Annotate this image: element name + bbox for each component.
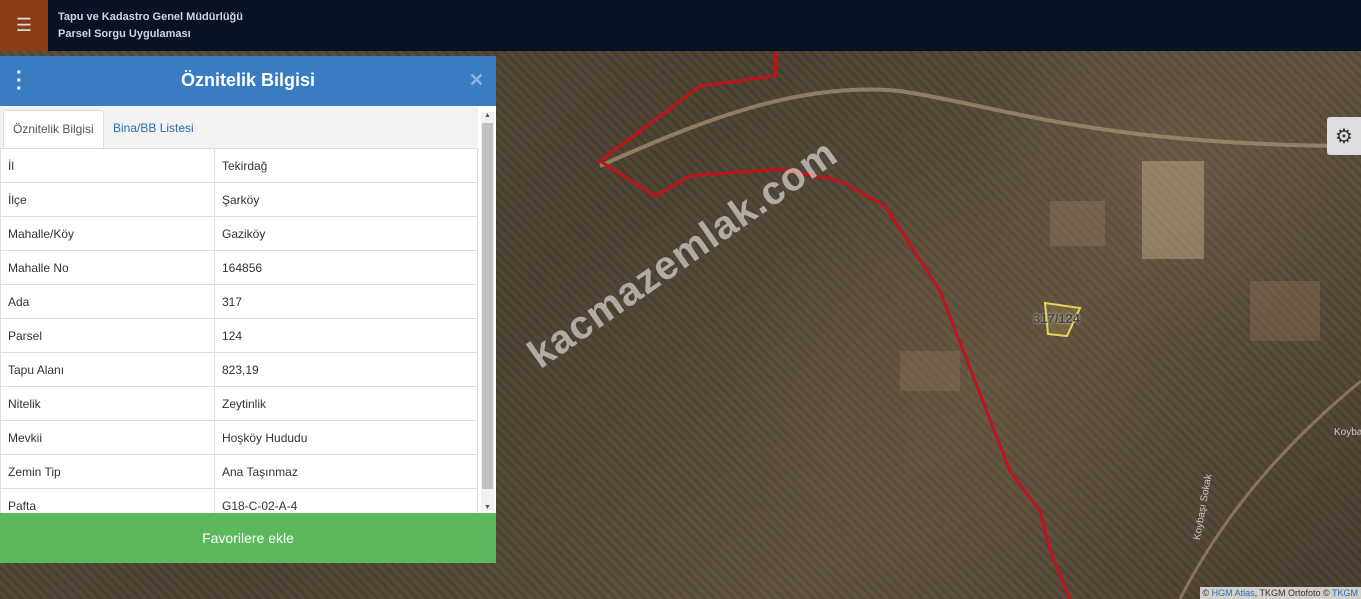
attribute-value: G18-C-02-A-4 <box>214 488 478 513</box>
attribute-value: Zeytinlik <box>214 386 478 421</box>
attribution-link-hgm[interactable]: HGM Atlas <box>1212 588 1255 598</box>
table-row: Mahalle/Köy Gaziköy <box>0 216 478 251</box>
attribution-prefix: © <box>1202 588 1212 598</box>
attribute-key: Parsel <box>0 318 215 353</box>
panel-tabs: Öznitelik Bilgisi Bina/BB Listesi <box>0 106 478 149</box>
table-row: Pafta G18-C-02-A-4 <box>0 488 478 513</box>
attribute-value: 823,19 <box>214 352 478 387</box>
app-name: Parsel Sorgu Uygulaması <box>58 28 191 40</box>
attribute-value: 164856 <box>214 250 478 285</box>
attribute-value: Hoşköy Hududu <box>214 420 478 455</box>
attribute-key: Mahalle No <box>0 250 215 285</box>
attribute-key: Mahalle/Köy <box>0 216 215 251</box>
attribute-key: Nitelik <box>0 386 215 421</box>
org-name: Tapu ve Kadastro Genel Müdürlüğü <box>58 11 243 23</box>
panel-title: Öznitelik Bilgisi <box>180 70 316 90</box>
table-row: Zemin Tip Ana Taşınmaz <box>0 454 478 489</box>
tab-attribute-info[interactable]: Öznitelik Bilgisi <box>3 110 104 149</box>
table-row: Mevkii Hoşköy Hududu <box>0 420 478 455</box>
table-row: Nitelik Zeytinlik <box>0 386 478 421</box>
hamburger-icon: ☰ <box>15 15 33 35</box>
attribution-link-tkgm[interactable]: TKGM <box>1332 588 1358 598</box>
table-row: Ada 317 <box>0 284 478 319</box>
attribute-key: Mevkii <box>0 420 215 455</box>
attribute-key: İlçe <box>0 182 215 217</box>
attribute-value: Gaziköy <box>214 216 478 251</box>
attribute-key: Zemin Tip <box>0 454 215 489</box>
add-favorite-button[interactable]: Favorilere ekle <box>0 513 496 563</box>
panel-header: · · · Öznitelik Bilgisi ✕ <box>0 56 496 106</box>
settings-button[interactable]: ⚙ <box>1327 117 1361 155</box>
field-patch <box>1050 201 1105 246</box>
app-title: Tapu ve Kadastro Genel Müdürlüğü Parsel … <box>58 9 243 43</box>
table-row: İlçe Şarköy <box>0 182 478 217</box>
attribute-table-container[interactable]: İl Tekirdağ İlçe Şarköy Mahalle/Köy Gaziköy Ma… <box>0 148 478 513</box>
attribute-panel: · · · Öznitelik Bilgisi ✕ Öznitelik Bilgis… <box>0 56 496 563</box>
attribute-value: Tekirdağ <box>214 148 478 183</box>
road-line <box>599 87 1361 168</box>
field-patch <box>1142 161 1204 259</box>
attribute-value: Şarköy <box>214 182 478 217</box>
scroll-down-icon[interactable]: ▼ <box>481 504 494 511</box>
table-row: İl Tekirdağ <box>0 148 478 183</box>
field-patch <box>900 351 960 391</box>
table-row: Mahalle No 164856 <box>0 250 478 285</box>
attribute-value: Ana Taşınmaz <box>214 454 478 489</box>
attribute-table: İl Tekirdağ İlçe Şarköy Mahalle/Köy Gaziköy Ma… <box>0 148 478 513</box>
district-boundary <box>597 51 1072 599</box>
parcel-label: 317/124 <box>1033 311 1080 326</box>
field-patch <box>1250 281 1320 341</box>
attribute-value: 317 <box>214 284 478 319</box>
attribute-key: Ada <box>0 284 215 319</box>
close-icon[interactable]: ✕ <box>469 70 484 91</box>
attribute-key: Pafta <box>0 488 215 513</box>
tab-building-list[interactable]: Bina/BB Listesi <box>104 110 203 147</box>
scrollbar-thumb[interactable] <box>482 123 493 489</box>
top-bar: ☰ Tapu ve Kadastro Genel Müdürlüğü Parse… <box>0 0 1361 51</box>
gear-icon: ⚙ <box>1335 125 1353 148</box>
map-attribution: © HGM Atlas, TKGM Ortofoto © TKGM <box>1199 587 1361 599</box>
attribute-key: Tapu Alanı <box>0 352 215 387</box>
place-label: Koyba <box>1334 427 1361 438</box>
table-row: Parsel 124 <box>0 318 478 353</box>
attribute-value: 124 <box>214 318 478 353</box>
attribution-mid: , TKGM Ortofoto © <box>1254 588 1332 598</box>
attribute-key: İl <box>0 148 215 183</box>
menu-button[interactable]: ☰ <box>0 0 48 51</box>
table-row: Tapu Alanı 823,19 <box>0 352 478 387</box>
scrollbar[interactable]: ▲ ▼ <box>481 112 494 511</box>
scroll-up-icon[interactable]: ▲ <box>481 112 494 119</box>
